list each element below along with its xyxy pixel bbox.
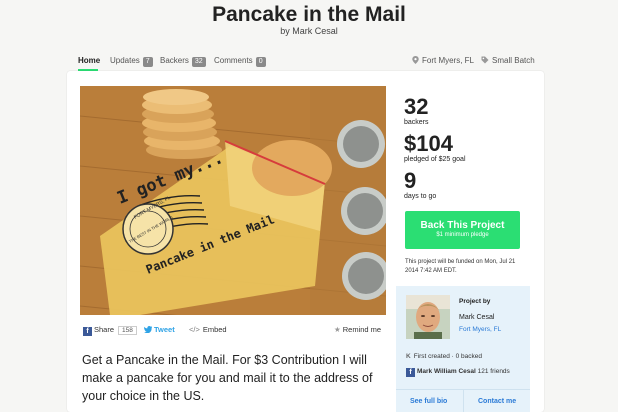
tab-home[interactable]: Home xyxy=(78,56,100,65)
tab-backers[interactable]: Backers 32 xyxy=(160,56,206,67)
project-nav: Home Updates 7 Backers 32 Comments 0 Fort M… xyxy=(78,53,540,71)
remind-me-label: Remind me xyxy=(342,325,382,334)
creator-card-footer: See full bio Contact me xyxy=(396,389,530,412)
location-label: Fort Myers, FL xyxy=(422,56,475,65)
page-title: Pancake in the Mail xyxy=(212,3,406,26)
comments-count-badge: 0 xyxy=(255,57,266,67)
days-to-go-count: 9 xyxy=(404,168,417,193)
see-full-bio-link[interactable]: See full bio xyxy=(410,398,447,405)
tweet-button[interactable]: Tweet xyxy=(143,325,175,334)
creator-facebook-friends: 121 friends xyxy=(477,368,510,375)
creator-history-text: First created · 0 backed xyxy=(413,353,482,360)
backers-count-badge: 32 xyxy=(191,57,206,67)
creator-facebook[interactable]: f Mark William Cesal 121 friends xyxy=(406,368,510,377)
creator-facebook-name: Mark William Cesal xyxy=(417,368,476,375)
facebook-share-button[interactable]: f Share 158 xyxy=(83,325,137,336)
creator-card: Project by Mark Cesal Fort Myers, FL K Fi… xyxy=(396,286,530,412)
minimum-pledge-note: $1 minimum pledge xyxy=(436,232,489,238)
pledged-label: pledged of $25 goal xyxy=(404,156,466,163)
project-by-label: Project by xyxy=(459,298,491,305)
tab-backers-label: Backers xyxy=(160,56,189,65)
location-pin-icon xyxy=(412,56,419,64)
category-label: Small Batch xyxy=(492,56,535,65)
back-this-project-button[interactable]: Back This Project $1 minimum pledge xyxy=(405,211,520,249)
star-icon: ★ xyxy=(334,325,341,334)
creator-photo xyxy=(406,295,450,339)
tag-icon xyxy=(481,56,489,64)
location-link[interactable]: Fort Myers, FL xyxy=(412,56,474,65)
embed-code-icon: </> xyxy=(189,325,200,334)
tab-comments-label: Comments xyxy=(214,56,253,65)
funding-deadline-note: This project will be funded on Mon, Jul … xyxy=(405,259,516,274)
creator-location[interactable]: Fort Myers, FL xyxy=(459,326,501,333)
contact-me-link[interactable]: Contact me xyxy=(478,398,516,405)
remind-me-button[interactable]: ★ Remind me xyxy=(334,325,381,334)
backers-count: 32 xyxy=(404,94,429,119)
project-video[interactable]: FORT MYERS, FL THE BEST IN THE WORLD I g… xyxy=(80,86,386,315)
days-to-go-label: days to go xyxy=(404,193,437,200)
footer-divider xyxy=(463,390,464,412)
facebook-share-count: 158 xyxy=(118,326,137,335)
creator-byline[interactable]: by Mark Cesal xyxy=(0,26,618,36)
backers-label: backers xyxy=(404,119,429,126)
embed-button[interactable]: </> Embed xyxy=(189,325,227,334)
project-description: Get a Pancake in the Mail. For $3 Contri… xyxy=(82,353,373,403)
hero-image: FORT MYERS, FL THE BEST IN THE WORLD I g… xyxy=(80,86,386,315)
creator-name[interactable]: Mark Cesal xyxy=(459,314,494,321)
embed-label: Embed xyxy=(202,325,227,334)
facebook-share-label: Share xyxy=(94,325,115,334)
kickstarter-k-icon: K xyxy=(406,353,411,360)
share-bar: f Share 158 Tweet </> Embed ★ Remind me xyxy=(80,321,386,339)
back-button-label: Back This Project xyxy=(420,220,505,231)
tab-comments[interactable]: Comments 0 xyxy=(214,56,266,67)
project-header: Pancake in the Mail by Mark Cesal xyxy=(0,0,618,48)
updates-count-badge: 7 xyxy=(142,57,153,67)
avatar[interactable] xyxy=(406,295,450,339)
tab-updates-label: Updates xyxy=(110,56,140,65)
tweet-label: Tweet xyxy=(154,325,175,334)
creator-history: K First created · 0 backed xyxy=(406,353,482,360)
facebook-icon: f xyxy=(83,327,92,336)
tab-updates[interactable]: Updates 7 xyxy=(110,56,153,67)
category-link[interactable]: Small Batch xyxy=(481,56,535,65)
pledged-amount: $104 xyxy=(404,131,453,156)
project-stats: 32 backers $104 pledged of $25 goal 9 da… xyxy=(404,96,534,207)
facebook-icon: f xyxy=(406,368,415,377)
twitter-bird-icon xyxy=(143,326,152,334)
